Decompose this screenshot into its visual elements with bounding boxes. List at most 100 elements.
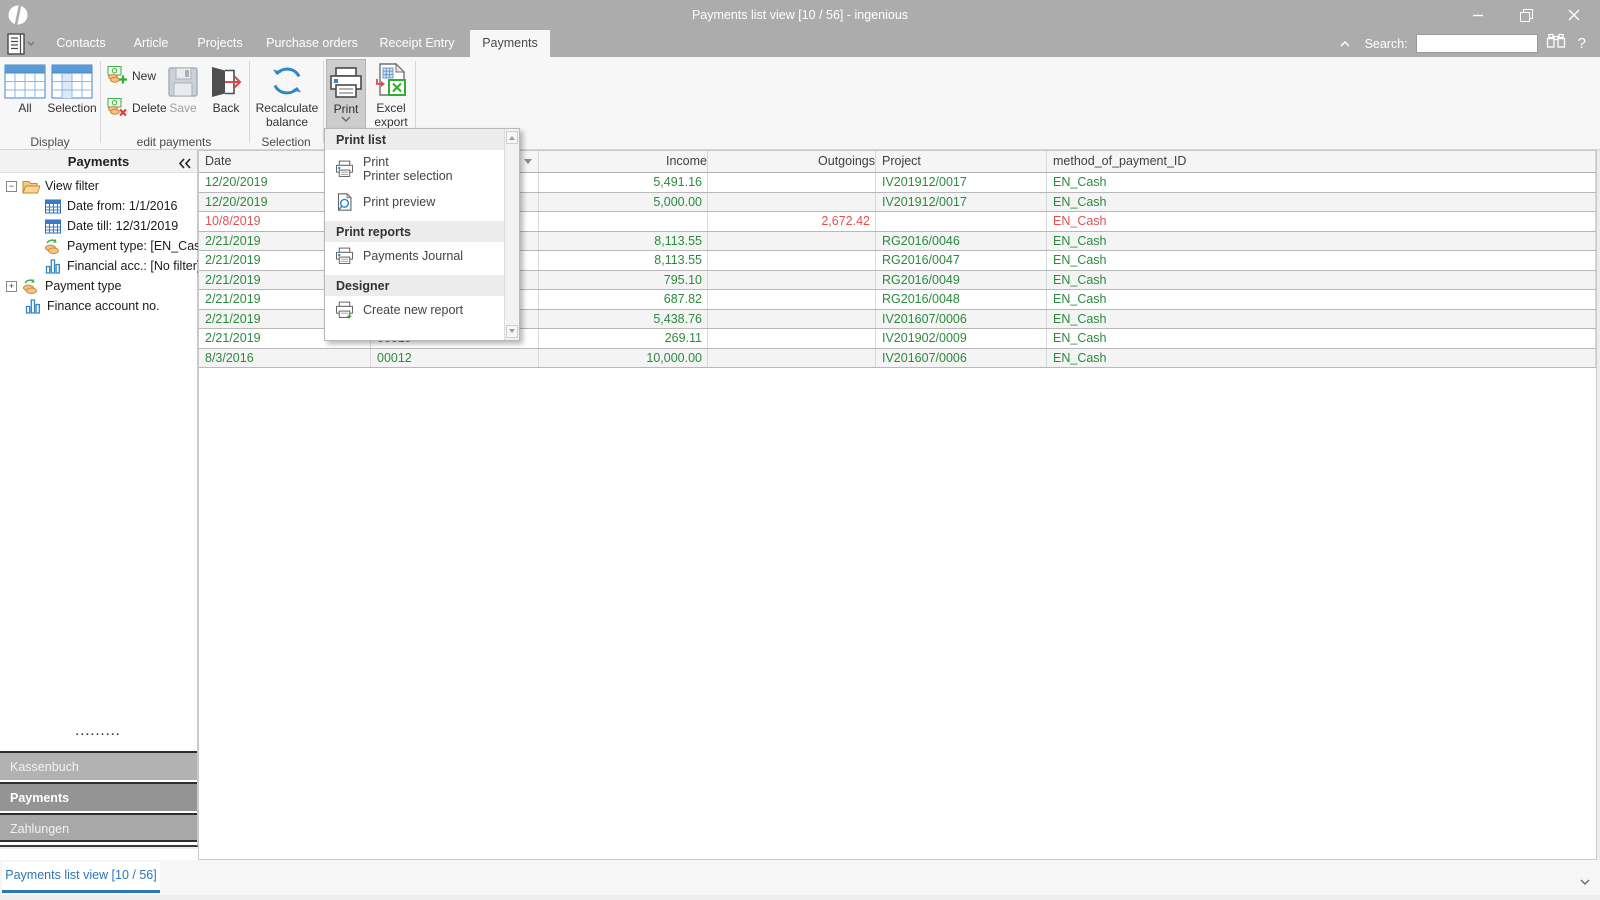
minimize-button[interactable] [1456, 0, 1500, 30]
tab-contacts[interactable]: Contacts [48, 30, 114, 57]
close-button[interactable] [1552, 0, 1596, 30]
table-cell: EN_Cash [1047, 270, 1596, 289]
table-cell: 2,672.42 [708, 212, 876, 231]
calendar-icon [44, 219, 62, 234]
table-cell: RG2016/0049 [876, 270, 1047, 289]
print-dropdown-menu: Print list Print Printer selection Print… [324, 128, 520, 341]
scroll-down-icon[interactable] [506, 325, 518, 338]
ribbon: All Selection New Delete Save Back Recal… [0, 57, 1600, 150]
restore-button[interactable] [1504, 0, 1548, 30]
table-cell [876, 212, 1047, 231]
table-cell: EN_Cash [1047, 173, 1596, 192]
column-header-project[interactable]: Project [876, 151, 1047, 172]
menu-scrollbar[interactable] [504, 129, 519, 340]
tree-item-financial-acc[interactable]: Financial acc.: [No filter] [0, 256, 200, 276]
search-label: Search: [1364, 36, 1408, 51]
tab-payments[interactable]: Payments [470, 30, 550, 57]
panel-zahlungen[interactable]: Zahlungen [0, 813, 197, 842]
table-cell [708, 309, 876, 328]
table-cell: 5,491.16 [539, 173, 708, 192]
collapse-ribbon-icon[interactable] [1339, 40, 1351, 48]
table-cell: 5,000.00 [539, 192, 708, 211]
search-input[interactable] [1415, 34, 1538, 53]
money-delete-icon [107, 97, 127, 120]
menu-item-print-printer-selection[interactable]: Print Printer selection [325, 150, 504, 188]
panel-kassenbuch[interactable]: Kassenbuch [0, 751, 197, 780]
table-cell [708, 348, 876, 367]
scroll-up-icon[interactable] [506, 131, 518, 144]
table-cell [708, 251, 876, 270]
panel-payments[interactable]: Payments [0, 782, 197, 811]
chevron-down-icon[interactable] [1580, 872, 1590, 890]
document-tab-payments-list-view[interactable]: Payments list view [10 / 56] [2, 862, 160, 893]
table-cell [708, 270, 876, 289]
tree-item-payment-type[interactable]: + Payment type [0, 276, 197, 296]
tab-article[interactable]: Article [122, 30, 180, 57]
save-icon [162, 61, 204, 99]
back-button[interactable]: Back [205, 59, 247, 133]
splitter-handle[interactable]: ......... [0, 726, 197, 738]
sidebar-title: Payments [0, 150, 197, 173]
ribbon-tab-bar: Contacts Article Projects Purchase order… [0, 30, 1600, 57]
table-cell: IV201912/0017 [876, 173, 1047, 192]
table-cell: 8,113.55 [539, 231, 708, 250]
recalculate-icon [252, 61, 322, 99]
table-cell: IV201607/0006 [876, 309, 1047, 328]
column-header-outgoings[interactable]: Outgoings [708, 151, 876, 172]
tree-item-payment-type-filter[interactable]: Payment type: [EN_Cash] [0, 236, 211, 256]
back-icon [205, 61, 247, 99]
tab-purchase-orders[interactable]: Purchase orders [260, 30, 364, 57]
tree-item-view-filter[interactable]: − View filter [0, 176, 197, 196]
menu-item-print-preview[interactable]: Print preview [325, 188, 504, 216]
menu-item-create-new-report[interactable]: Create new report [325, 296, 504, 324]
tree-item-date-till[interactable]: Date till: 12/31/2019 [0, 216, 197, 236]
help-button[interactable]: ? [1578, 35, 1586, 52]
window-title: Payments list view [10 / 56] - ingenious [691, 8, 909, 22]
filter-tree: − View filter Date from: 1/1/2016 Date t… [0, 176, 211, 316]
double-chevron-left-icon[interactable] [178, 156, 191, 174]
table-row[interactable]: 8/3/2016 00012 10,000.00 IV201607/0006 EN_Ca… [199, 348, 1596, 368]
title-bar: Payments list view [10 / 56] - ingenious [0, 0, 1600, 30]
collapse-expander[interactable]: − [6, 180, 17, 192]
column-header-income[interactable]: Income [539, 151, 708, 172]
coins-icon [44, 238, 62, 255]
table-cell: IV201912/0017 [876, 192, 1047, 211]
grid-selection-icon [46, 61, 98, 99]
folder-icon [22, 179, 40, 194]
menu-item-payments-journal[interactable]: Payments Journal [325, 242, 504, 270]
group-label-display: Display [30, 135, 70, 149]
recalculate-balance-button[interactable]: Recalculate balance [252, 59, 322, 133]
table-cell: 8,113.55 [539, 251, 708, 270]
tab-receipt-entry[interactable]: Receipt Entry [372, 30, 462, 57]
table-cell: 8/3/2016 [199, 348, 371, 367]
all-button[interactable]: All [4, 59, 46, 133]
binoculars-icon[interactable] [1546, 33, 1566, 54]
table-cell: 10,000.00 [539, 348, 708, 367]
tree-item-date-from[interactable]: Date from: 1/1/2016 [0, 196, 197, 216]
table-cell [708, 173, 876, 192]
tab-projects[interactable]: Projects [188, 30, 252, 57]
sort-descending-icon [524, 159, 532, 168]
delete-button[interactable]: Delete [103, 96, 171, 120]
printer-icon [327, 62, 365, 100]
tree-item-finance-account-no[interactable]: Finance account no. [0, 296, 197, 316]
print-button[interactable]: Print [326, 59, 366, 133]
search-area: Search: ? [1339, 30, 1600, 57]
group-label-selection: Selection [261, 135, 311, 149]
expand-expander[interactable]: + [6, 280, 17, 292]
new-button[interactable]: New [103, 64, 160, 88]
table-cell: EN_Cash [1047, 231, 1596, 250]
table-cell: 687.82 [539, 290, 708, 309]
excel-export-icon [368, 61, 414, 99]
sidebar-panel: Payments − View filter Date from: 1/1/20… [0, 150, 211, 847]
excel-export-button[interactable]: Excel export [368, 59, 414, 133]
document-tab-strip: Payments list view [10 / 56] [0, 860, 1600, 895]
table-cell: 795.10 [539, 270, 708, 289]
menu-section-print-reports: Print reports [325, 221, 504, 242]
column-header-method-of-payment[interactable]: method_of_payment_ID [1047, 151, 1596, 172]
app-menu-button[interactable] [6, 32, 40, 56]
bar-chart-icon [44, 258, 62, 274]
table-cell [708, 329, 876, 348]
table-cell: RG2016/0048 [876, 290, 1047, 309]
selection-button[interactable]: Selection [46, 59, 98, 133]
